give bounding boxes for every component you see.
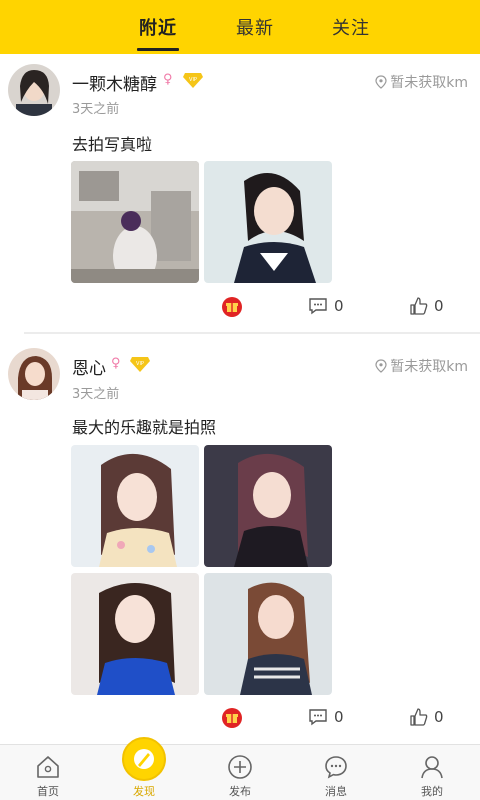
compass-icon <box>122 737 166 781</box>
like-count: 0 <box>434 297 444 315</box>
vip-badge-icon: VIP <box>183 72 203 88</box>
comment-button[interactable]: 0 <box>308 708 344 726</box>
nav-profile-label: 我的 <box>421 785 443 798</box>
chat-icon <box>325 756 347 779</box>
gift-icon[interactable] <box>222 708 242 728</box>
post-photo[interactable] <box>71 445 199 567</box>
nav-publish[interactable]: 发布 <box>192 745 288 800</box>
nav-discover[interactable]: 发现 <box>96 737 192 800</box>
location-pin-icon <box>375 359 387 373</box>
post-actions: 0 0 <box>0 297 480 327</box>
tab-latest[interactable]: 最新 <box>236 14 274 40</box>
tab-nearby[interactable]: 附近 <box>139 14 177 40</box>
username[interactable]: 一颗木糖醇 <box>72 70 157 95</box>
vip-badge-label: VIP <box>189 77 197 83</box>
avatar[interactable] <box>8 64 60 116</box>
like-button[interactable]: 0 <box>410 297 444 315</box>
nav-profile[interactable]: 我的 <box>384 745 480 800</box>
female-icon: ♀ <box>111 356 121 371</box>
gift-icon[interactable] <box>222 297 242 317</box>
feed-post: 恩心 ♀ VIP 3天之前 暂未获取km 最大的乐趣就是拍照 0 0 <box>0 336 480 742</box>
post-text: 最大的乐趣就是拍照 <box>72 418 217 437</box>
post-actions: 0 0 <box>0 708 480 738</box>
nav-home-label: 首页 <box>37 785 59 798</box>
plus-circle-icon <box>228 755 252 779</box>
vip-badge-icon: VIP <box>130 356 150 372</box>
post-location: 暂未获取km <box>375 72 468 92</box>
like-button[interactable]: 0 <box>410 708 444 726</box>
post-location: 暂未获取km <box>375 356 468 376</box>
tab-following[interactable]: 关注 <box>332 14 370 40</box>
post-photo[interactable] <box>204 445 332 567</box>
like-count: 0 <box>434 708 444 726</box>
nav-home[interactable]: 首页 <box>0 745 96 800</box>
username[interactable]: 恩心 <box>72 354 106 379</box>
thumbs-up-icon <box>410 708 428 726</box>
post-photo[interactable] <box>204 573 332 695</box>
user-icon <box>421 756 443 779</box>
post-photo[interactable] <box>71 573 199 695</box>
comment-icon <box>309 298 327 315</box>
vip-badge-label: VIP <box>136 361 144 367</box>
location-text: 暂未获取km <box>390 359 468 375</box>
post-time: 3天之前 <box>72 387 120 402</box>
avatar[interactable] <box>8 348 60 400</box>
post-photo[interactable] <box>204 161 332 283</box>
post-photo[interactable] <box>71 161 199 283</box>
top-tab-bar: 附近 最新 关注 <box>0 0 480 54</box>
comment-button[interactable]: 0 <box>308 297 344 315</box>
thumbs-up-icon <box>410 297 428 315</box>
bottom-nav: 首页 发现 发布 消息 我的 <box>0 737 480 800</box>
location-text: 暂未获取km <box>390 75 468 91</box>
location-pin-icon <box>375 75 387 89</box>
post-divider <box>24 332 480 334</box>
nav-publish-label: 发布 <box>229 785 251 798</box>
comment-icon <box>309 709 327 726</box>
nav-messages-label: 消息 <box>325 785 347 798</box>
active-tab-indicator <box>137 48 179 51</box>
female-icon: ♀ <box>163 72 173 87</box>
nav-discover-label: 发现 <box>133 785 155 798</box>
feed-post: 一颗木糖醇 ♀ VIP 3天之前 暂未获取km 去拍写真啦 0 0 <box>0 54 480 334</box>
home-icon <box>37 756 59 778</box>
comment-count: 0 <box>334 297 344 315</box>
comment-count: 0 <box>334 708 344 726</box>
post-time: 3天之前 <box>72 102 120 117</box>
post-text: 去拍写真啦 <box>72 135 153 154</box>
nav-messages[interactable]: 消息 <box>288 745 384 800</box>
